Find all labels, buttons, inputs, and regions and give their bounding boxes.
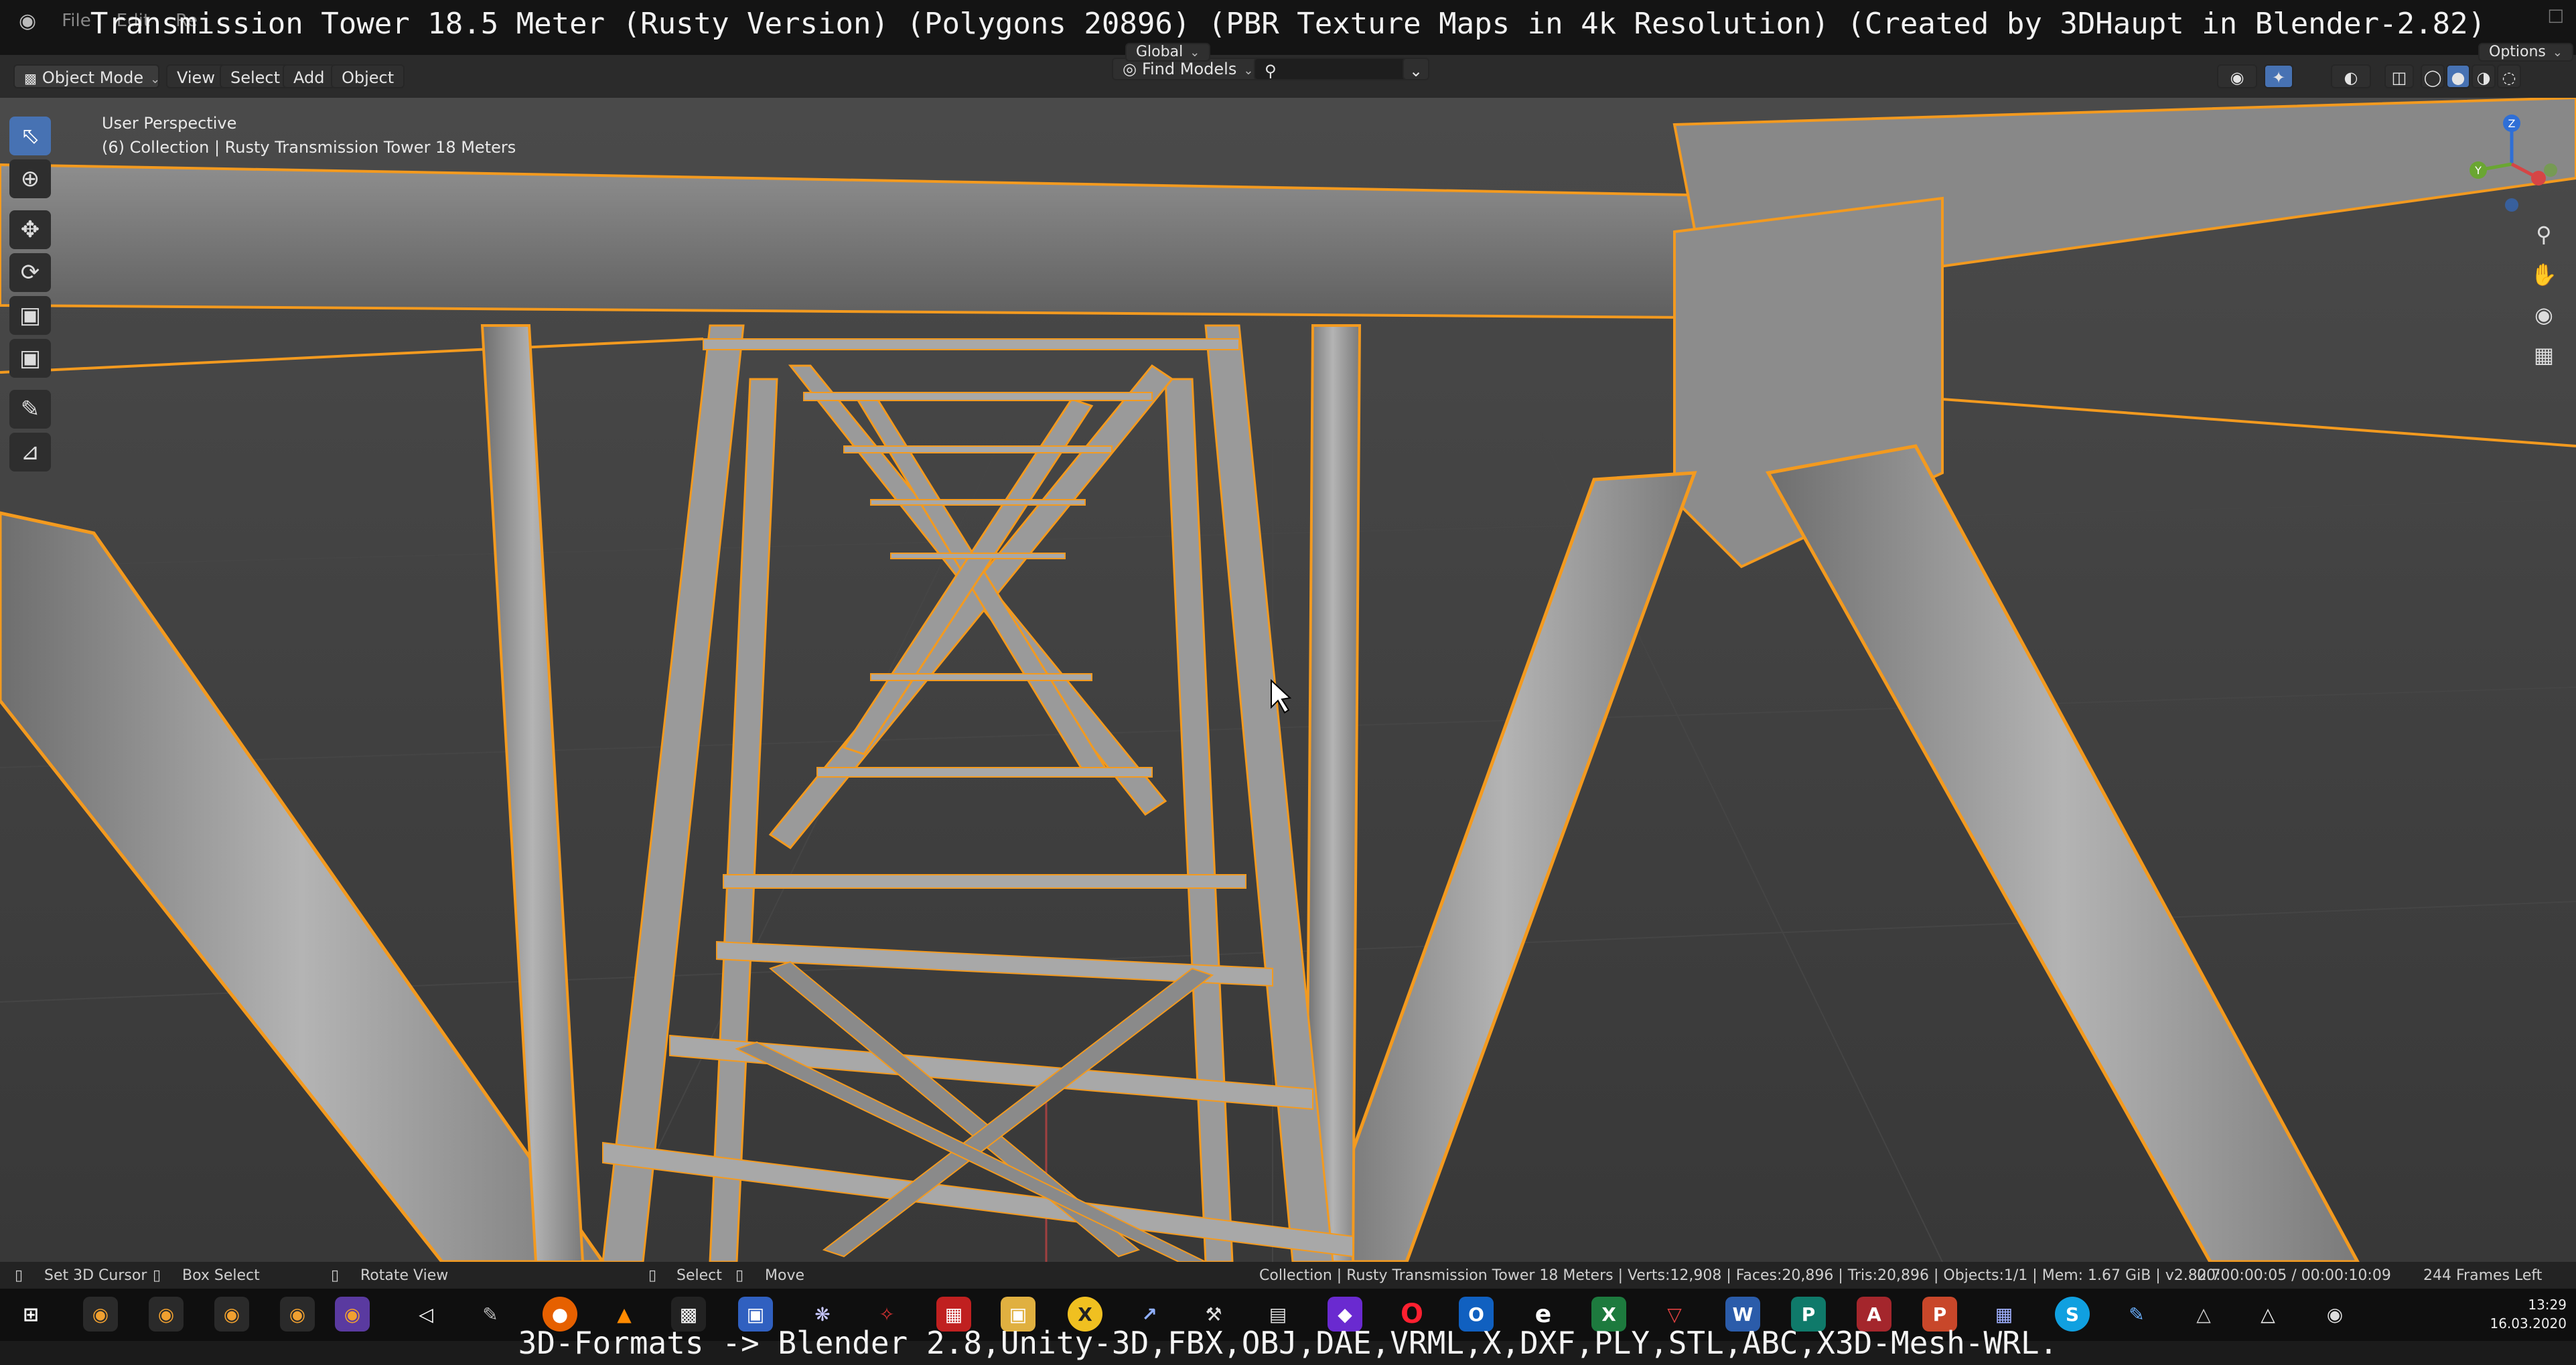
select-box-icon[interactable]: ⬁	[9, 117, 51, 155]
hand-pan-icon[interactable]: ✋	[2525, 256, 2563, 293]
navigation-gizmo[interactable]: Z Y	[2465, 114, 2559, 214]
options-label: Options	[2489, 44, 2546, 60]
mouse-right-icon: ▯	[331, 1267, 340, 1284]
status-bar: ▯ Set 3D Cursor ▯ Box Select ▯ Rotate Vi…	[0, 1262, 2576, 1289]
menu-view[interactable]: View	[166, 64, 226, 88]
frames-left: 244 Frames Left	[2423, 1267, 2543, 1284]
gizmo-toggle-icon[interactable]: ✦	[2264, 64, 2293, 88]
viewport-header: ▩ Object Mode ⌄ View Select Add Object ◎ Fi…	[0, 43, 2576, 99]
menu-add[interactable]: Add	[283, 64, 336, 88]
move-icon[interactable]: ✥	[9, 210, 51, 249]
mouse-middle-icon: ▯	[153, 1267, 161, 1284]
menu-select[interactable]: Select	[220, 64, 291, 88]
chevron-down-icon: ⌄	[1409, 62, 1423, 80]
overlay-toggle-icon[interactable]: ◐	[2331, 64, 2371, 88]
playback-timer: 00:00:00:05 / 00:00:10:09	[2197, 1267, 2391, 1284]
cursor-icon[interactable]: ⊕	[9, 159, 51, 198]
options-dropdown[interactable]: Options ⌄	[2478, 43, 2573, 62]
window-controls: □	[2547, 5, 2564, 25]
transform-orientation[interactable]: Global ⌄	[1125, 43, 1211, 62]
model-search-input[interactable]: ⚲	[1254, 58, 1428, 80]
gizmo-z-label: Z	[2508, 117, 2516, 130]
mode-select[interactable]: ▩ Object Mode ⌄	[13, 64, 161, 88]
gizmo-y-label: Y	[2474, 164, 2482, 177]
mouse-left-icon: ▯	[15, 1267, 23, 1284]
zoom-icon[interactable]: ⚲	[2525, 216, 2563, 253]
wireframe-shading-icon[interactable]: ◯	[2421, 64, 2445, 88]
mouse-middle-icon: ▯	[735, 1267, 744, 1284]
solid-shading-icon[interactable]: ●	[2446, 64, 2470, 88]
status-select: Select	[676, 1267, 722, 1284]
transform-icon[interactable]: ▣	[9, 339, 51, 378]
axis-gizmo-icon: Z Y	[2470, 115, 2557, 212]
mode-label: Object Mode	[42, 68, 144, 87]
search-icon: ⚲	[1265, 62, 1277, 80]
status-rotate-view: Rotate View	[360, 1267, 449, 1284]
video-title: Transmission Tower 18.5 Meter (Rusty Ver…	[90, 7, 2486, 41]
formats-caption: 3D-Formats -> Blender 2.8,Unity-3D,FBX,O…	[518, 1325, 2058, 1361]
status-move: Move	[765, 1267, 804, 1284]
rendered-shading-icon[interactable]: ◌	[2497, 64, 2521, 88]
clock-time: 13:29	[2528, 1297, 2567, 1313]
camera-icon[interactable]: ◉	[2525, 296, 2563, 334]
chevron-down-icon: ⌄	[1190, 46, 1200, 60]
annotate-icon[interactable]: ✎	[9, 390, 51, 429]
xray-icon[interactable]: ◫	[2384, 64, 2414, 88]
rotate-icon[interactable]: ⟳	[9, 253, 51, 292]
object-mode-icon: ▩	[24, 70, 37, 86]
measure-icon[interactable]: ⊿	[9, 433, 51, 472]
menu-object[interactable]: Object	[331, 64, 405, 88]
viewport-collection-label: (6) Collection | Rusty Transmission Towe…	[102, 138, 516, 157]
chevron-down-icon: ⌄	[150, 72, 161, 86]
scale-icon[interactable]: ▣	[9, 296, 51, 335]
viewport-perspective-label: User Perspective	[102, 114, 237, 133]
find-models-label: Find Models	[1141, 60, 1237, 78]
tower-scene	[0, 98, 2576, 1262]
material-shading-icon[interactable]: ◑	[2472, 64, 2496, 88]
search-dropdown[interactable]: ⌄	[1403, 58, 1429, 80]
maximize-icon[interactable]: □	[2547, 5, 2564, 25]
chevron-down-icon: ⌄	[1243, 64, 1254, 78]
grid-view-icon[interactable]: ▦	[2525, 336, 2563, 374]
mouse-left-icon: ▯	[648, 1267, 657, 1284]
status-box-select: Box Select	[182, 1267, 260, 1284]
scene-statistics: Collection | Rusty Transmission Tower 18…	[1259, 1267, 2221, 1284]
orientation-label: Global	[1136, 44, 1184, 60]
globe-icon: ◎	[1123, 60, 1137, 78]
chevron-down-icon: ⌄	[2552, 46, 2563, 60]
visibility-icon[interactable]: ◉	[2217, 64, 2257, 88]
status-set-cursor: Set 3D Cursor	[44, 1267, 147, 1284]
3d-viewport[interactable]: User Perspective (6) Collection | Rusty …	[0, 98, 2576, 1262]
